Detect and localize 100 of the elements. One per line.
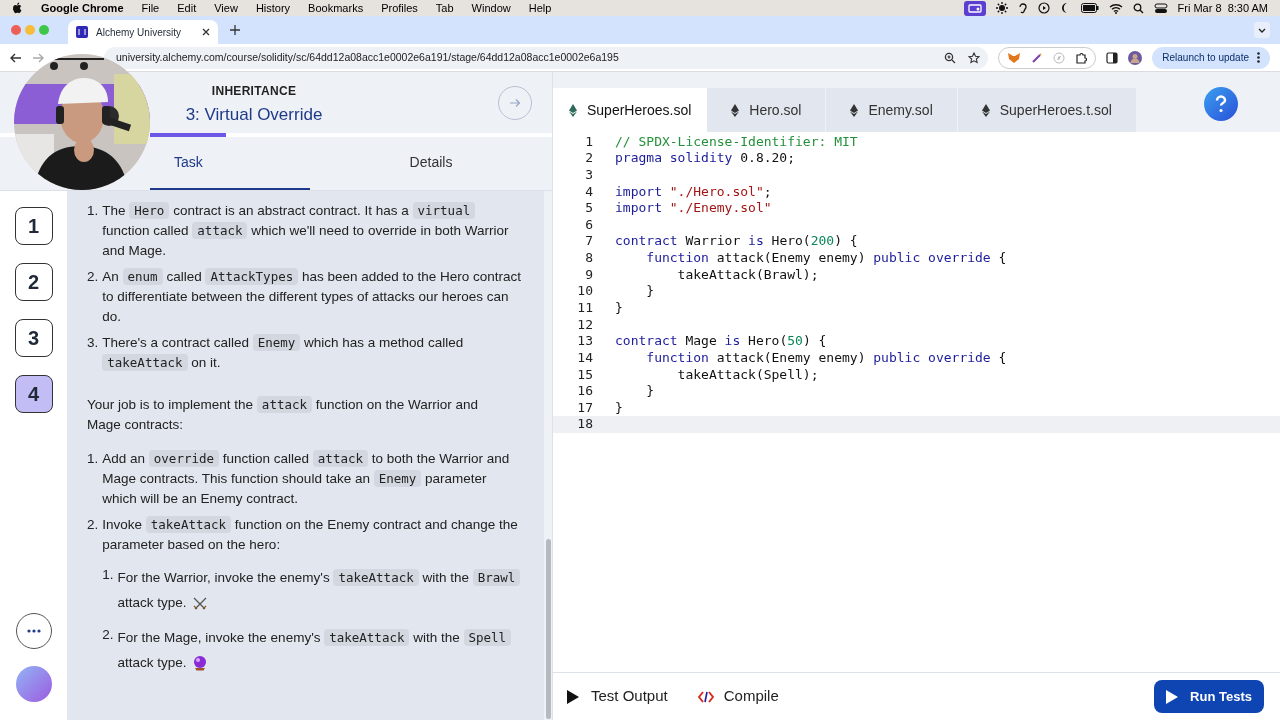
brightness-icon[interactable] xyxy=(995,2,1008,14)
menu-item[interactable]: Edit xyxy=(177,0,197,17)
menu-item[interactable]: History xyxy=(255,0,291,17)
instruction-text: There's a contract called Enemy which has a method called takeAttack on it. xyxy=(102,333,465,373)
app-menu[interactable]: Google Chrome xyxy=(41,0,124,17)
star-icon[interactable] xyxy=(968,51,981,64)
apple-logo-icon[interactable] xyxy=(12,2,23,14)
user-avatar-icon[interactable] xyxy=(15,666,52,702)
file-tab[interactable]: SuperHeroes.sol xyxy=(553,88,708,132)
line-number: 3 xyxy=(584,165,593,184)
menu-item[interactable]: Help xyxy=(528,0,552,17)
list-number: 2. xyxy=(102,626,114,644)
code-line: } xyxy=(645,282,655,301)
fox-extension-icon[interactable] xyxy=(1007,51,1022,64)
menu-item[interactable]: View xyxy=(214,0,238,17)
relaunch-button[interactable]: Relaunch to update xyxy=(1152,46,1270,69)
ethereum-icon xyxy=(850,103,859,117)
menubar-clock[interactable]: Fri Mar 8 8:30 AM xyxy=(1177,0,1268,17)
stage-button[interactable]: 2 xyxy=(14,263,53,301)
code-line: function attack(Enemy enemy) public override { xyxy=(645,348,1007,367)
lesson-tab[interactable]: Details xyxy=(310,137,552,190)
code-line: } xyxy=(645,382,655,401)
line-number: 12 xyxy=(576,315,593,334)
stage-button[interactable]: 1 xyxy=(14,207,53,245)
code-line: contract Mage is Hero(50) { xyxy=(615,332,827,351)
tab-search-dropdown-icon[interactable] xyxy=(1254,22,1270,38)
tab-title: Alchemy University xyxy=(96,25,183,40)
menu-item[interactable]: File xyxy=(141,0,160,17)
play-icon[interactable] xyxy=(1037,2,1050,14)
code-line: contract Warrior is Hero(200) { xyxy=(615,232,858,251)
code-line: } xyxy=(615,299,623,317)
menu-item[interactable]: Bookmarks xyxy=(308,0,364,17)
stage-button[interactable]: 4 xyxy=(14,375,53,413)
test-output-button[interactable]: Test Output xyxy=(567,685,668,708)
line-number: 16 xyxy=(576,382,593,401)
instruction-text: The Hero contract is an abstract contract. It has a virtual function called attack which we'll need to override in both Warrior and Mage. xyxy=(102,201,510,260)
line-number: 8 xyxy=(584,249,593,268)
instruction-text: Invoke takeAttack function on the Enemy contract and change the parameter based on the hero: xyxy=(102,515,519,554)
file-tab[interactable]: Hero.sol xyxy=(707,88,827,132)
ethereum-icon xyxy=(569,103,577,117)
line-number: 9 xyxy=(584,265,593,284)
play-icon xyxy=(1166,689,1179,704)
screen-share-icon[interactable] xyxy=(963,0,986,16)
file-tab[interactable]: Enemy.sol xyxy=(826,88,958,132)
ear-icon[interactable] xyxy=(1017,2,1028,14)
instruction-text: Your job is to implement the attack function on the Warrior and Mage contracts: xyxy=(87,395,480,434)
compile-button[interactable]: Compile xyxy=(697,685,779,708)
arrow-right-icon xyxy=(509,97,521,108)
ethereum-icon xyxy=(731,103,740,117)
run-tests-button[interactable]: Run Tests xyxy=(1154,680,1264,713)
menu-item[interactable]: Window xyxy=(471,0,511,17)
pen-extension-icon[interactable] xyxy=(1031,51,1044,64)
line-number: 18 xyxy=(576,415,593,434)
code-icon xyxy=(697,690,714,703)
instruction-text: For the Warrior, invoke the enemy's takeAttack with the Brawl attack type. xyxy=(117,565,524,615)
side-panel-icon[interactable] xyxy=(1106,51,1119,64)
instruction-text: Add an override function called attack to both the Warrior and Mage contracts. This function should take an Enemy parameter which will be an Enemy contract. xyxy=(102,449,511,508)
crystal-ball-icon xyxy=(191,655,208,671)
code-line: takeAttack(Brawl); xyxy=(676,265,819,284)
play-icon xyxy=(567,689,579,704)
search-icon[interactable] xyxy=(1132,2,1144,14)
line-number: 15 xyxy=(576,365,593,384)
close-icon[interactable] xyxy=(202,28,210,36)
stage-button[interactable]: 3 xyxy=(14,319,53,357)
line-number: 14 xyxy=(576,348,593,367)
instruction-text: For the Mage, invoke the enemy's takeAttack with the Spell attack type. xyxy=(117,625,524,675)
browser-tab[interactable]: Alchemy University xyxy=(68,20,218,44)
line-number: 7 xyxy=(584,232,593,251)
file-tab[interactable]: SuperHeroes.t.sol xyxy=(957,88,1137,132)
code-line: import "./Enemy.sol" xyxy=(615,199,772,218)
list-number: 1. xyxy=(102,566,114,584)
code-line: takeAttack(Spell); xyxy=(676,365,819,384)
list-number: 2. xyxy=(87,516,99,534)
back-icon[interactable] xyxy=(10,52,22,63)
code-line: // SPDX-License-Identifier: MIT xyxy=(615,132,858,151)
menu-item[interactable]: Tab xyxy=(435,0,454,17)
instruction-text: An enum called AttackTypes has been added to the Hero contract to differentiate between the different types of attacks our heroes can do. xyxy=(102,267,523,326)
line-number: 2 xyxy=(584,149,593,168)
new-tab-icon[interactable] xyxy=(230,25,240,35)
lesson-title: 3: Virtual Override xyxy=(185,103,323,126)
line-number: 4 xyxy=(584,182,593,201)
line-number: 1 xyxy=(584,132,593,151)
site-favicon-icon xyxy=(76,26,88,38)
line-number: 5 xyxy=(584,199,593,218)
list-number: 1. xyxy=(87,202,99,220)
profile-avatar-icon[interactable] xyxy=(1128,50,1143,65)
more-icon xyxy=(1257,52,1260,63)
line-number: 10 xyxy=(576,282,593,301)
control-center-icon[interactable] xyxy=(1153,2,1168,14)
section-label: INHERITANCE xyxy=(211,82,297,100)
help-icon[interactable] xyxy=(1204,87,1238,121)
puzzle-icon[interactable] xyxy=(1075,51,1088,64)
line-number: 6 xyxy=(584,215,593,234)
scrollbar-thumb[interactable] xyxy=(545,539,551,719)
wifi-icon[interactable] xyxy=(1108,2,1123,14)
zoom-icon[interactable] xyxy=(944,51,957,64)
menu-item[interactable]: Profiles xyxy=(381,0,418,17)
ethereum-icon xyxy=(981,103,990,117)
battery-icon[interactable] xyxy=(1080,3,1099,13)
list-number: 3. xyxy=(87,334,99,352)
